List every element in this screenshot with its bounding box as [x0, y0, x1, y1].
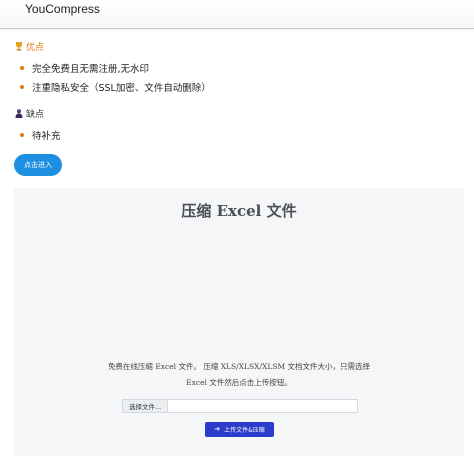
tool-description: 免费在线压缩 Excel 文件。 压缩 XLS/XLSX/XLSM 文档文件大小…: [74, 359, 404, 391]
tool-description-line: 免费在线压缩 Excel 文件。 压缩 XLS/XLSX/XLSM 文档文件大小…: [107, 362, 371, 371]
pros-heading: 优点: [15, 40, 44, 53]
bullet-icon: [20, 133, 24, 137]
tool-description-line: Excel 文件然后点击上传按钮。: [186, 378, 292, 387]
enter-button[interactable]: 点击进入: [14, 154, 62, 176]
choose-file-button[interactable]: 选择文件...: [122, 399, 169, 413]
compress-tool-panel: 压缩 Excel 文件 免费在线压缩 Excel 文件。 压缩 XLS/XLSX…: [14, 188, 464, 456]
person-icon: [15, 109, 23, 118]
cons-heading: 缺点: [15, 107, 44, 120]
bullet-icon: [20, 85, 24, 89]
upload-compress-button[interactable]: ➔ 上传文件&压缩: [205, 422, 274, 437]
file-name-field[interactable]: [168, 399, 358, 413]
cons-item: 待补充: [20, 128, 61, 142]
top-bar: YouCompress: [0, 0, 474, 29]
pros-item-text: 注重隐私安全（SSL加密、文件自动删除）: [32, 83, 211, 94]
cons-item-text: 待补充: [32, 131, 61, 142]
file-input-group: 选择文件...: [122, 399, 358, 413]
pros-item: 注重隐私安全（SSL加密、文件自动删除）: [20, 80, 211, 94]
upload-button-label: 上传文件&压缩: [224, 427, 265, 434]
arrow-right-icon: ➔: [214, 425, 221, 433]
trophy-icon: [15, 42, 23, 51]
pros-item-text: 完全免费且无需注册,无水印: [32, 64, 150, 75]
bullet-icon: [20, 66, 24, 70]
pros-heading-label: 优点: [26, 43, 45, 53]
site-name[interactable]: YouCompress: [25, 2, 100, 16]
pros-item: 完全免费且无需注册,无水印: [20, 61, 149, 75]
cons-heading-label: 缺点: [26, 110, 45, 120]
tool-title: 压缩 Excel 文件: [181, 202, 297, 220]
